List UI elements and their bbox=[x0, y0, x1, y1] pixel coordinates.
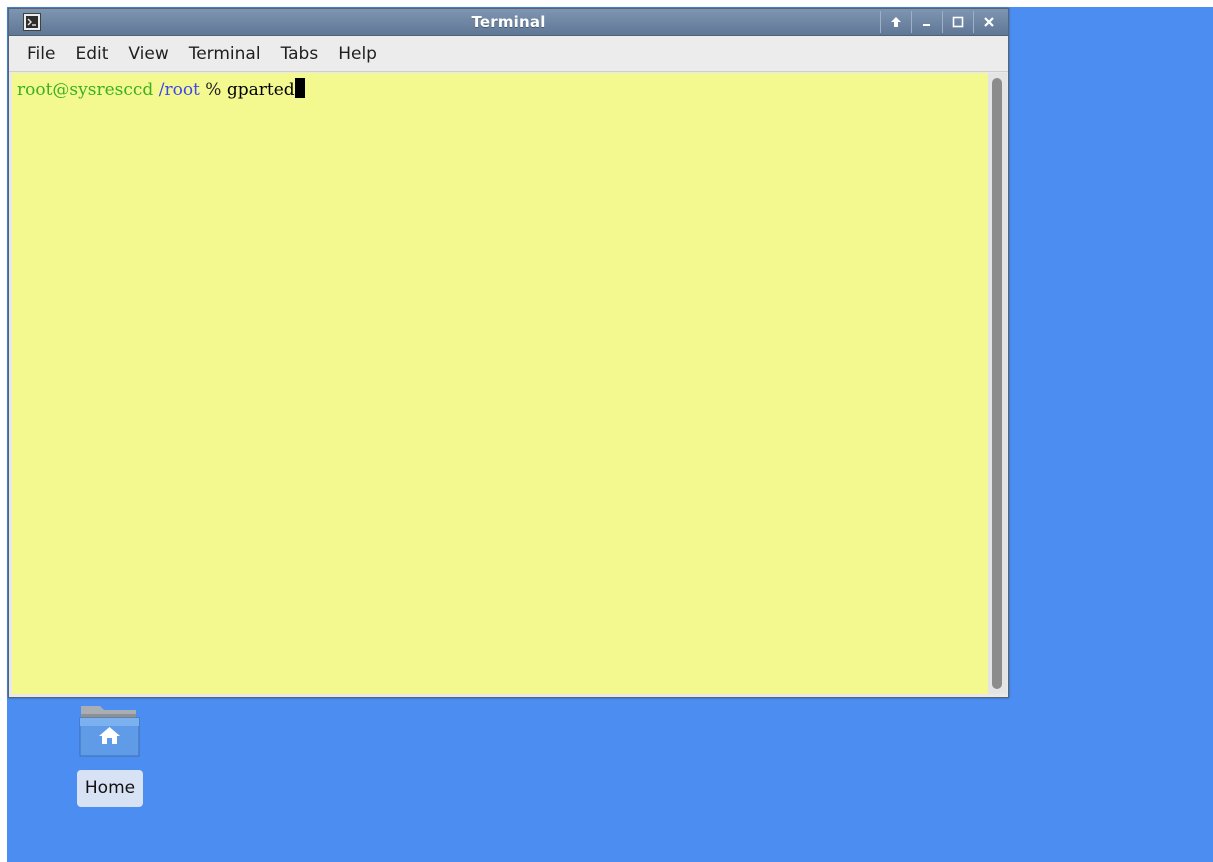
text-cursor bbox=[294, 78, 305, 98]
window-controls bbox=[880, 11, 1004, 33]
minimize-icon[interactable] bbox=[911, 11, 942, 33]
prompt-path: /root bbox=[158, 80, 200, 100]
command-line: root@sysresccd /root % gparted bbox=[17, 78, 305, 101]
menu-terminal[interactable]: Terminal bbox=[179, 38, 271, 70]
typed-command: gparted bbox=[226, 80, 295, 100]
maximize-icon[interactable] bbox=[942, 11, 973, 33]
home-folder-icon[interactable] bbox=[78, 702, 142, 764]
window-title: Terminal bbox=[471, 13, 546, 31]
scrollbar-thumb[interactable] bbox=[992, 78, 1002, 689]
up-arrow-icon[interactable] bbox=[880, 11, 911, 33]
menu-file[interactable]: File bbox=[17, 38, 65, 70]
menu-tabs[interactable]: Tabs bbox=[271, 38, 329, 70]
menu-edit[interactable]: Edit bbox=[65, 38, 118, 70]
home-folder-label[interactable]: Home bbox=[77, 770, 143, 807]
terminal-window: Terminal File Edit View Terminal Tabs He… bbox=[8, 8, 1009, 698]
title-bar[interactable]: Terminal bbox=[9, 9, 1008, 36]
prompt-symbol: % bbox=[205, 80, 222, 100]
prompt-user-host: root@sysresccd bbox=[17, 80, 154, 100]
menu-bar: File Edit View Terminal Tabs Help bbox=[9, 36, 1008, 72]
terminal-output[interactable]: root@sysresccd /root % gparted bbox=[12, 73, 988, 694]
close-icon[interactable] bbox=[973, 11, 1004, 33]
vertical-scrollbar[interactable] bbox=[988, 73, 1007, 694]
menu-help[interactable]: Help bbox=[328, 38, 387, 70]
menu-view[interactable]: View bbox=[118, 38, 178, 70]
